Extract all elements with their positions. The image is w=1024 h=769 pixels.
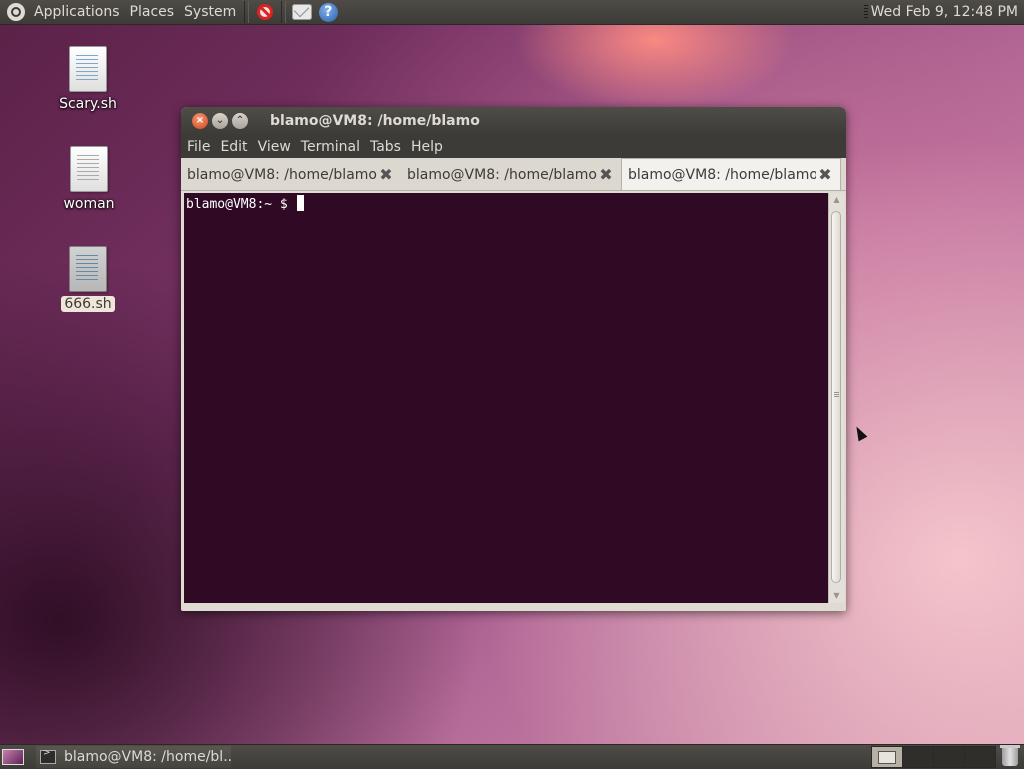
desktop-icon-woman[interactable]: woman — [44, 146, 134, 212]
shell-prompt: blamo@VM8:~ $ — [186, 197, 296, 212]
text-file-icon — [70, 146, 108, 192]
clock[interactable]: Wed Feb 9, 12:48 PM — [871, 4, 1018, 20]
tab-close-icon[interactable]: ✖ — [816, 165, 834, 184]
ubuntu-logo-icon[interactable] — [7, 3, 25, 21]
show-desktop-button[interactable] — [2, 749, 24, 765]
workspace-3[interactable] — [933, 746, 965, 768]
mail-icon — [292, 4, 313, 20]
bottom-panel: blamo@VM8: /home/bl... — [0, 744, 1024, 769]
system-menu[interactable]: System — [179, 4, 241, 20]
workspace-1[interactable] — [871, 746, 903, 768]
tab-label: blamo@VM8: /home/blamo — [407, 167, 597, 183]
panel-handle[interactable] — [863, 5, 868, 19]
places-menu[interactable]: Places — [125, 4, 180, 20]
desktop-icon-label: 666.sh — [61, 296, 115, 312]
menu-tabs[interactable]: Tabs — [366, 139, 405, 155]
menu-help[interactable]: Help — [407, 139, 447, 155]
terminal-output[interactable]: blamo@VM8:~ $ — [184, 193, 828, 603]
tab-bar: blamo@VM8: /home/blamo ✖ blamo@VM8: /hom… — [181, 158, 846, 191]
taskbar-terminal-button[interactable]: blamo@VM8: /home/bl... — [36, 746, 231, 768]
tab-close-icon[interactable]: ✖ — [597, 166, 615, 184]
scroll-up-icon[interactable]: ▲ — [829, 193, 844, 207]
help-icon: ? — [318, 2, 338, 22]
terminal-tab-1[interactable]: blamo@VM8: /home/blamo ✖ — [181, 160, 401, 190]
no-entry-icon — [257, 4, 274, 20]
mail-launcher[interactable] — [291, 1, 313, 23]
top-panel: Applications Places System ? Wed Feb 9, … — [0, 0, 1024, 25]
script-file-icon — [69, 246, 107, 292]
close-button[interactable]: × — [192, 113, 208, 129]
terminal-tab-2[interactable]: blamo@VM8: /home/blamo ✖ — [401, 160, 621, 190]
minimize-button[interactable]: ⌄ — [212, 113, 228, 129]
script-file-icon — [69, 46, 107, 92]
tab-label: blamo@VM8: /home/blamo — [628, 166, 816, 183]
panel-separator — [244, 1, 250, 23]
workspace-4[interactable] — [964, 746, 996, 768]
applications-menu[interactable]: Applications — [29, 4, 125, 20]
menu-view[interactable]: View — [254, 139, 295, 155]
no-entry-launcher[interactable] — [254, 1, 276, 23]
window-title: blamo@VM8: /home/blamo — [270, 113, 480, 129]
terminal-window: × ⌄ ⌃ blamo@VM8: /home/blamo File Edit V… — [181, 107, 846, 611]
scroll-down-icon[interactable]: ▼ — [829, 589, 844, 603]
desktop-icon-label: Scary.sh — [59, 96, 117, 112]
window-titlebar[interactable]: × ⌄ ⌃ blamo@VM8: /home/blamo — [181, 107, 846, 135]
desktop-icon-scary-sh[interactable]: Scary.sh — [43, 46, 133, 112]
maximize-button[interactable]: ⌃ — [232, 113, 248, 129]
trash-icon[interactable] — [1000, 745, 1020, 766]
taskbar-label: blamo@VM8: /home/bl... — [64, 749, 231, 765]
mouse-pointer-icon — [852, 424, 868, 442]
scrollbar-thumb[interactable] — [831, 211, 841, 583]
prompt-line: blamo@VM8:~ $ — [184, 193, 828, 212]
terminal-icon — [40, 748, 56, 764]
desktop-icon-666-sh[interactable]: 666.sh — [43, 246, 133, 312]
panel-separator — [281, 1, 287, 23]
workspace-switcher — [871, 746, 996, 768]
menu-terminal[interactable]: Terminal — [297, 139, 364, 155]
tab-label: blamo@VM8: /home/blamo — [187, 167, 377, 183]
menu-edit[interactable]: Edit — [216, 139, 251, 155]
terminal-scrollbar[interactable]: ▲ ▼ — [828, 193, 844, 603]
menubar: File Edit View Terminal Tabs Help — [181, 135, 846, 158]
tab-close-icon[interactable]: ✖ — [377, 166, 395, 184]
terminal-tab-3[interactable]: blamo@VM8: /home/blamo ✖ — [621, 158, 841, 190]
text-cursor — [296, 195, 304, 211]
help-launcher[interactable]: ? — [317, 1, 339, 23]
workspace-2[interactable] — [902, 746, 934, 768]
menu-file[interactable]: File — [183, 139, 214, 155]
desktop-icon-label: woman — [63, 196, 115, 212]
